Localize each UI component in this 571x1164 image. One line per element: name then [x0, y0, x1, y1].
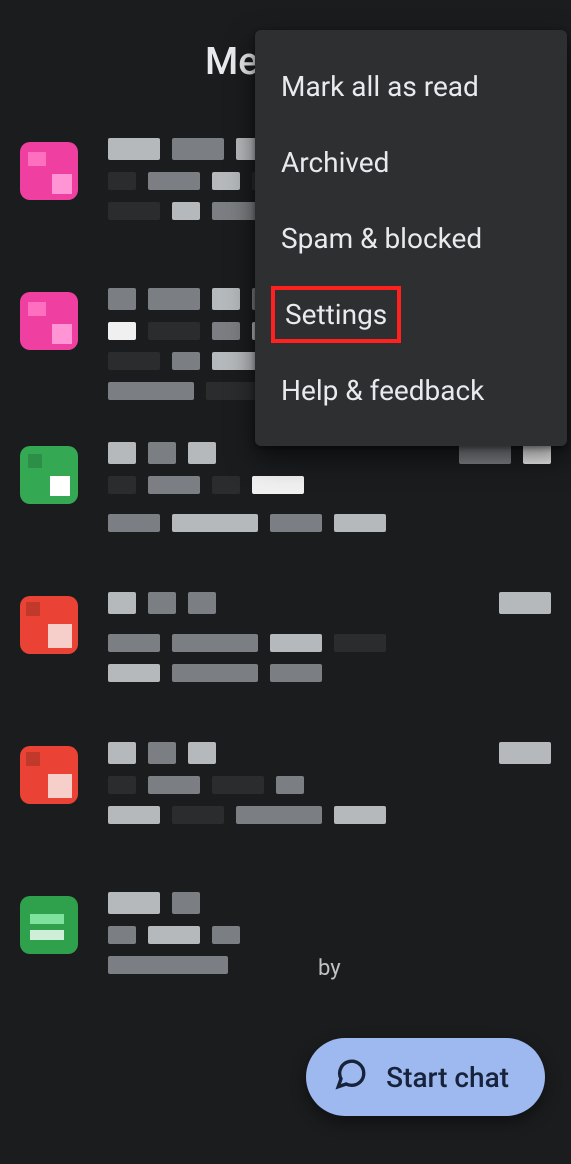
- conversation-row[interactable]: [6, 424, 565, 574]
- snippet-prefix: by: [318, 956, 341, 981]
- conversation-preview: [108, 738, 551, 824]
- menu-item-label: Help & feedback: [281, 374, 484, 407]
- avatar: [20, 142, 78, 200]
- chat-icon: [334, 1057, 368, 1098]
- conversation-preview: [108, 588, 551, 682]
- avatar: [20, 596, 78, 654]
- menu-item-mark-all-read[interactable]: Mark all as read: [255, 48, 567, 124]
- avatar: [20, 896, 78, 954]
- page-title: Me: [205, 40, 259, 84]
- avatar: [20, 292, 78, 350]
- fab-label: Start chat: [386, 1061, 509, 1094]
- menu-item-settings[interactable]: Settings: [255, 276, 567, 352]
- conversation-preview: [108, 438, 551, 532]
- menu-item-spam-blocked[interactable]: Spam & blocked: [255, 200, 567, 276]
- menu-item-label: Settings: [281, 296, 391, 333]
- conversation-row[interactable]: [6, 574, 565, 724]
- menu-item-help-feedback[interactable]: Help & feedback: [255, 352, 567, 428]
- overflow-menu: Mark all as read Archived Spam & blocked…: [255, 30, 567, 446]
- menu-item-label: Mark all as read: [281, 70, 479, 103]
- conversation-preview: by r23 tran…: [108, 888, 551, 974]
- start-chat-button[interactable]: Start chat: [306, 1038, 545, 1116]
- avatar: [20, 446, 78, 504]
- conversation-row[interactable]: [6, 724, 565, 874]
- conversation-row[interactable]: by r23 tran…: [6, 874, 565, 998]
- menu-item-label: Archived: [281, 146, 389, 179]
- menu-item-archived[interactable]: Archived: [255, 124, 567, 200]
- menu-item-label: Spam & blocked: [281, 222, 482, 255]
- avatar: [20, 746, 78, 804]
